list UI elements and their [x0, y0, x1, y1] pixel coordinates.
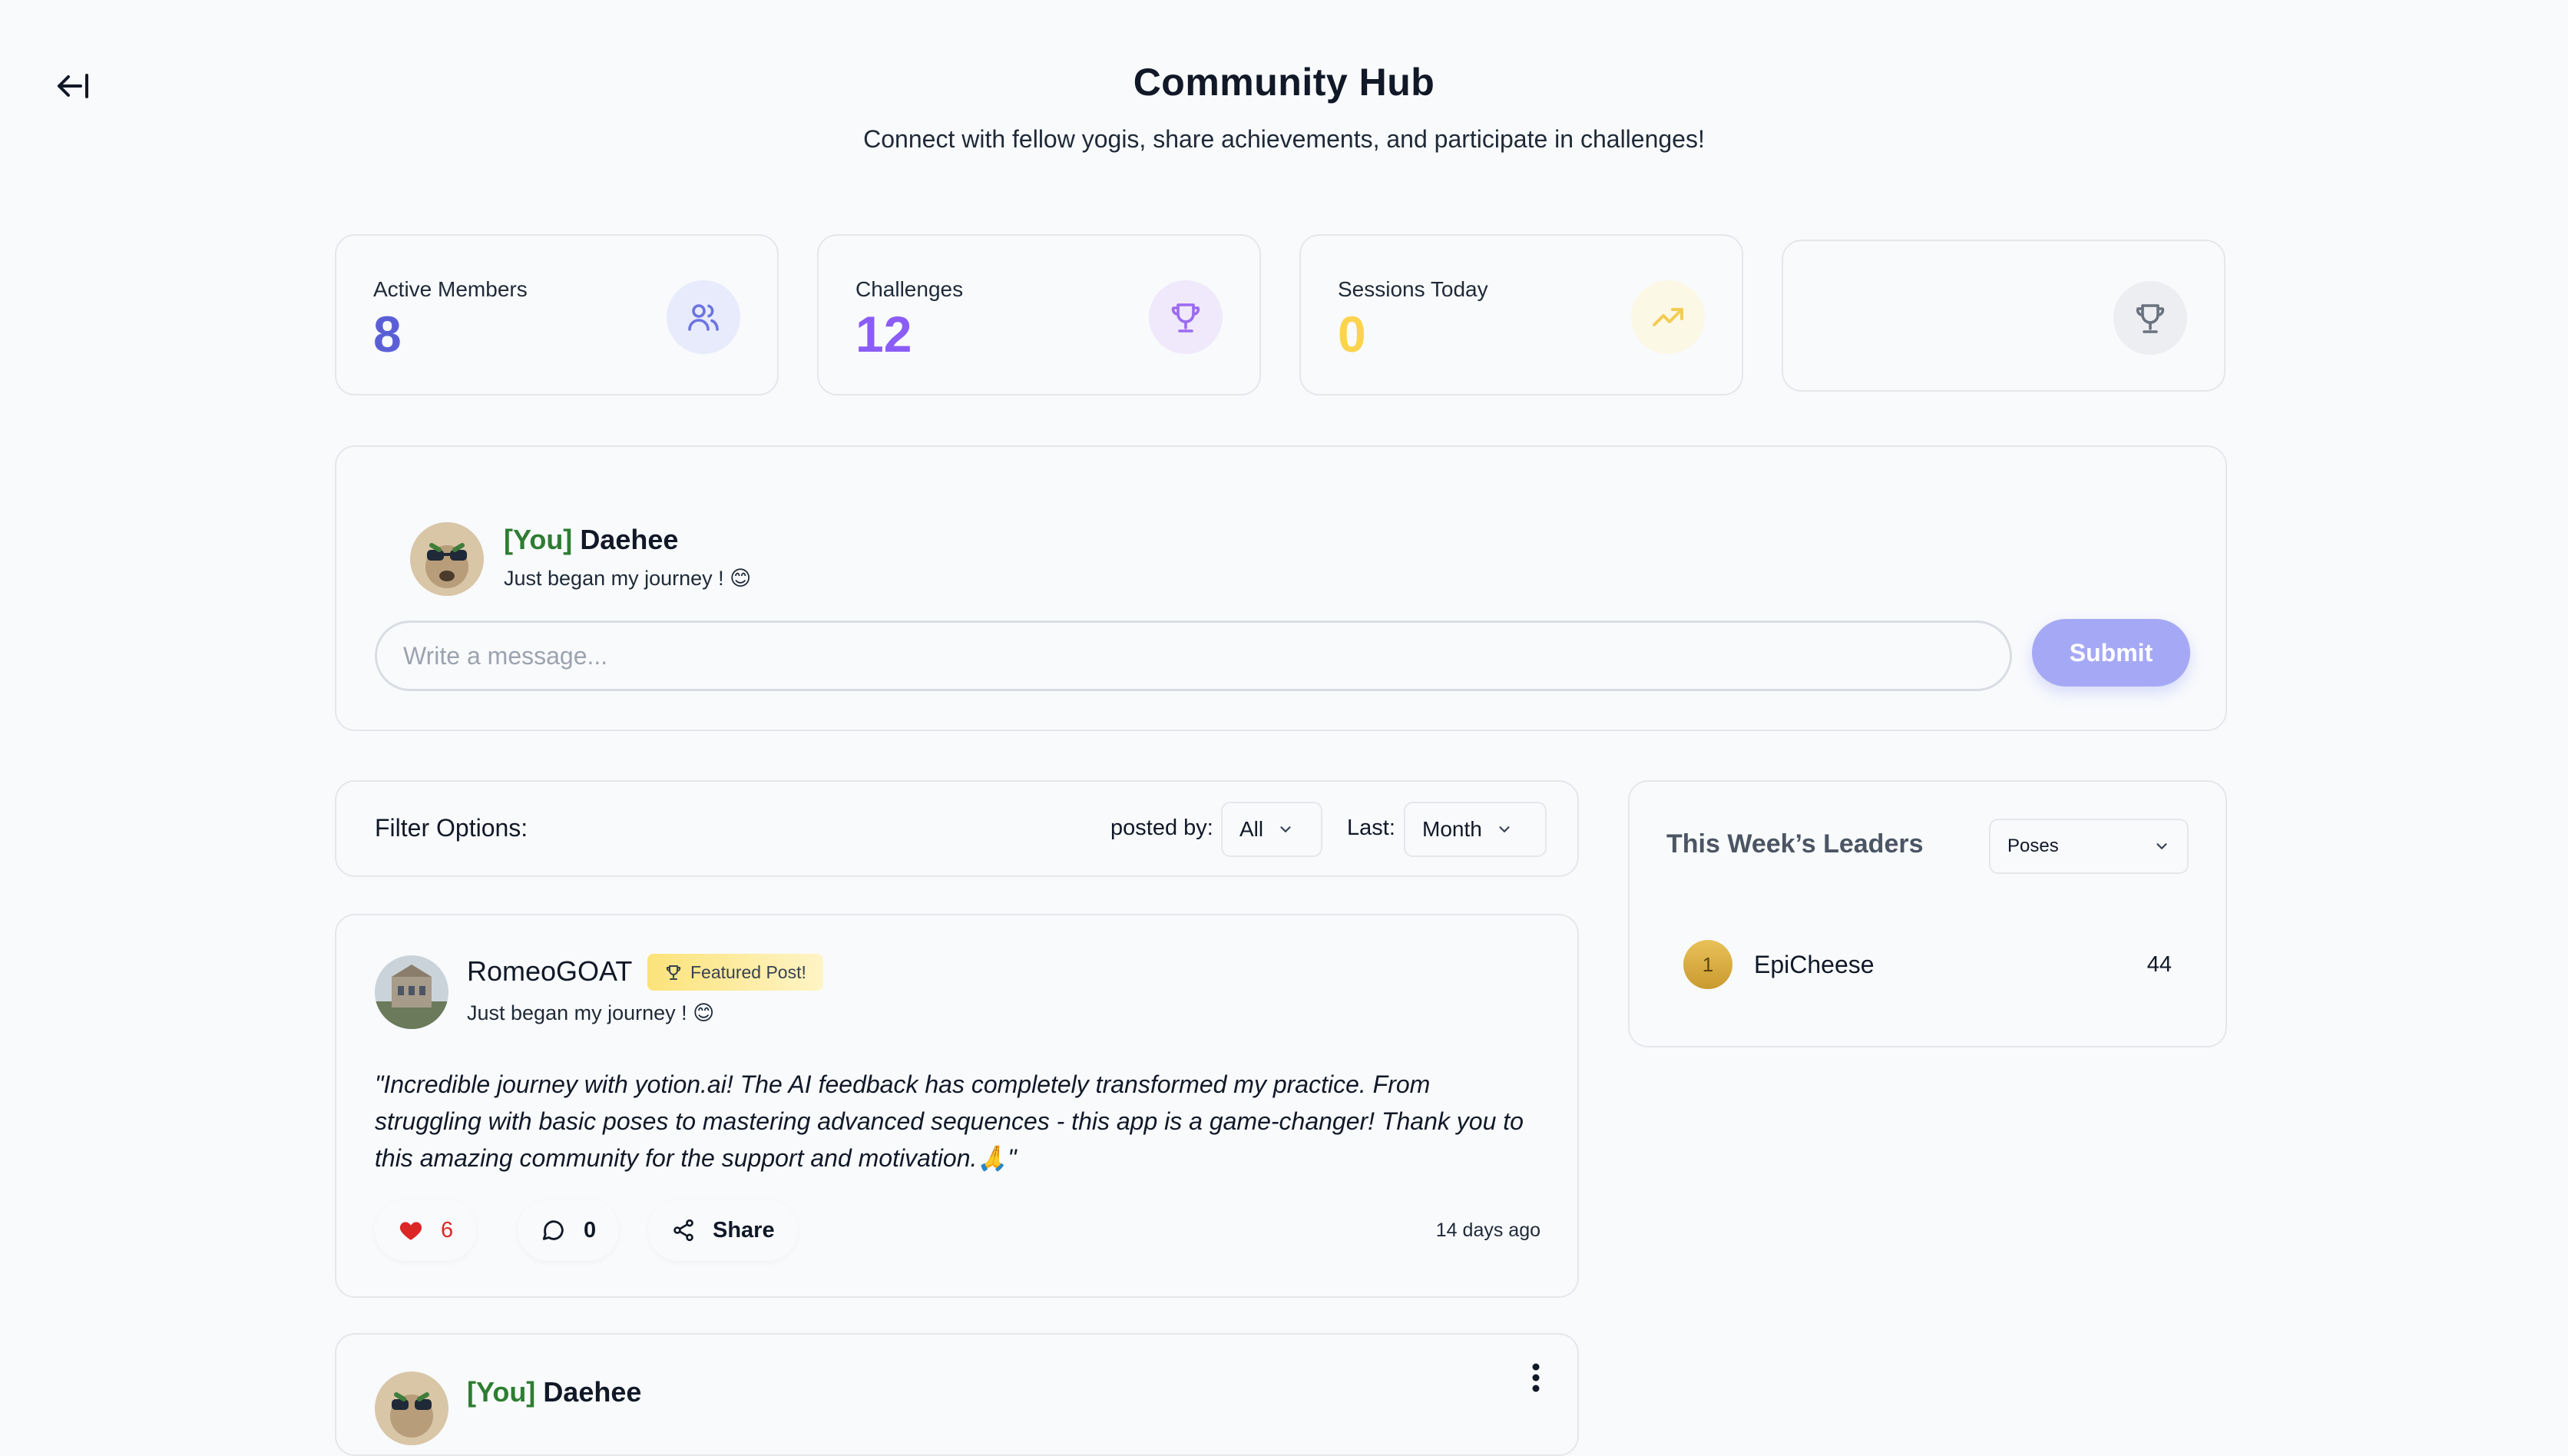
- filter-label: Filter Options:: [375, 814, 528, 842]
- trophy-icon: [2113, 281, 2187, 355]
- composer-user: [You] Daehee: [504, 524, 678, 556]
- more-vertical-icon: [1532, 1363, 1540, 1392]
- post-user-status: Just began my journey ! 😊: [467, 1001, 715, 1024]
- share-button[interactable]: Share: [648, 1200, 798, 1261]
- stat-card-active-members: Active Members 8: [335, 234, 779, 395]
- you-tag: [You]: [467, 1376, 536, 1408]
- stat-value: 8: [373, 306, 402, 362]
- last-period-select[interactable]: Month: [1404, 802, 1547, 857]
- stat-card-empty: [1782, 240, 2225, 392]
- username: Daehee: [543, 1376, 642, 1408]
- like-count: 6: [441, 1217, 454, 1243]
- post-timestamp: 14 days ago: [1435, 1219, 1540, 1241]
- stat-value: 12: [855, 306, 912, 362]
- chevron-down-icon: [1280, 826, 1291, 833]
- rank-badge: 1: [1683, 940, 1732, 989]
- stat-label: Challenges: [855, 277, 964, 301]
- share-label: Share: [713, 1217, 775, 1243]
- post-text: "Incredible journey with yotion.ai! The …: [375, 1070, 1524, 1172]
- page-title: Community Hub: [1133, 61, 1435, 104]
- trophy-icon: [1149, 280, 1223, 354]
- comment-button[interactable]: 0: [518, 1200, 620, 1261]
- comment-count: 0: [584, 1217, 597, 1243]
- post-card: [You] Daehee: [335, 1333, 1579, 1456]
- trending-up-icon: [1631, 280, 1705, 354]
- post-user: [You] Daehee: [467, 1376, 641, 1408]
- user-status: Just began my journey ! 😊: [504, 567, 752, 590]
- page-subtitle: Connect with fellow yogis, share achieve…: [863, 125, 1705, 153]
- post-composer: [You] Daehee Just began my journey ! 😊 S…: [335, 445, 2227, 731]
- submit-button[interactable]: Submit: [2032, 619, 2190, 687]
- posted-by-value: All: [1239, 817, 1264, 841]
- avatar: [375, 1372, 448, 1445]
- users-icon: [667, 280, 740, 354]
- leaders-category-value: Poses: [2007, 836, 2059, 856]
- you-tag: [You]: [504, 524, 573, 555]
- leader-score: 44: [2146, 952, 2172, 977]
- heart-icon: [399, 1222, 422, 1240]
- leaders-category-select[interactable]: Poses: [1989, 819, 2189, 874]
- share-icon: [673, 1219, 693, 1242]
- post-card: RomeoGOAT Featured Post! Just began my j…: [335, 914, 1579, 1298]
- avatar: [410, 522, 484, 596]
- message-input[interactable]: [375, 620, 2012, 691]
- comment-icon: [542, 1220, 564, 1240]
- username: Daehee: [580, 524, 679, 555]
- stat-card-challenges: Challenges 12: [817, 234, 1261, 395]
- avatar: [375, 955, 448, 1029]
- stat-card-sessions-today: Sessions Today 0: [1299, 234, 1743, 395]
- post-username: RomeoGOAT: [467, 955, 633, 987]
- posted-by-label: posted by:: [1110, 816, 1213, 840]
- more-options-button[interactable]: [1521, 1359, 1551, 1396]
- stat-label: Active Members: [373, 277, 528, 301]
- chevron-down-icon: [1499, 826, 1510, 833]
- like-button[interactable]: 6: [375, 1200, 477, 1261]
- leaders-title: This Week’s Leaders: [1666, 829, 1924, 859]
- trophy-icon: [666, 965, 681, 980]
- featured-badge: Featured Post!: [647, 954, 823, 991]
- leader-name: EpiCheese: [1754, 951, 1875, 978]
- filter-bar: Filter Options: posted by: All Last: Mon…: [335, 780, 1579, 877]
- chevron-down-icon: [2156, 843, 2167, 850]
- last-label: Last:: [1347, 816, 1395, 840]
- badge-label: Featured Post!: [690, 961, 806, 982]
- posted-by-select[interactable]: All: [1221, 802, 1322, 857]
- leaders-panel: This Week’s Leaders Poses 1 EpiCheese 44: [1628, 780, 2227, 1047]
- stat-label: Sessions Today: [1338, 277, 1488, 301]
- last-period-value: Month: [1422, 817, 1482, 841]
- stat-value: 0: [1338, 306, 1366, 362]
